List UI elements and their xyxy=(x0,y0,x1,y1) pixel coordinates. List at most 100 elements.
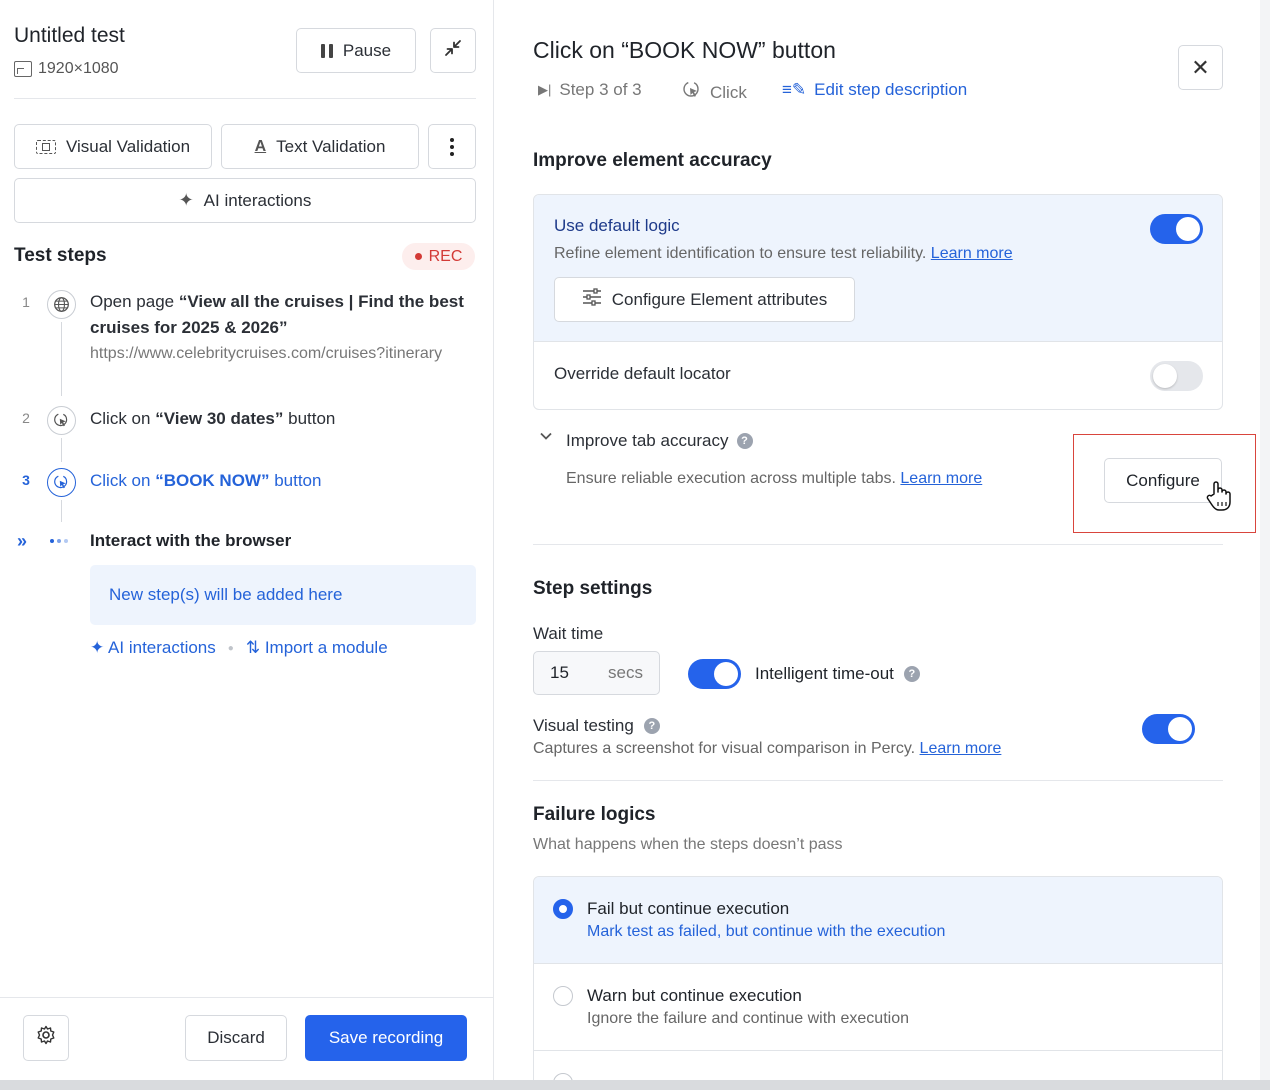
configure-attributes-button[interactable]: Configure Element attributes xyxy=(554,277,855,322)
new-steps-placeholder: New step(s) will be added here xyxy=(90,565,476,625)
failure-option-warn-continue[interactable]: Warn but continue execution Ignore the f… xyxy=(534,964,1222,1051)
learn-more-link[interactable]: Learn more xyxy=(900,470,982,487)
step-3-text[interactable]: Click on “BOOK NOW” button xyxy=(90,468,321,494)
action-meta: Click xyxy=(682,80,747,105)
option-title: Fail but continue execution xyxy=(587,899,790,918)
click-icon xyxy=(47,406,76,435)
learn-more-link[interactable]: Learn more xyxy=(920,740,1002,757)
rec-dot-icon xyxy=(414,253,422,260)
step-count: Step 3 of 3 xyxy=(559,80,642,99)
resolution: 1920×1080 xyxy=(14,60,119,78)
default-logic-desc-text: Refine element identification to ensure … xyxy=(554,245,927,262)
new-steps-label: New step(s) will be added here xyxy=(109,585,343,604)
visual-testing-desc-text: Captures a screenshot for visual compari… xyxy=(533,740,916,757)
rec-label: REC xyxy=(428,247,463,265)
tab-accuracy-label: Improve tab accuracy xyxy=(566,431,729,450)
discard-button[interactable]: Discard xyxy=(185,1015,287,1061)
test-steps-title: Test steps xyxy=(14,245,107,266)
step-1-text[interactable]: Open page “View all the cruises | Find t… xyxy=(90,289,474,341)
learn-more-link[interactable]: Learn more xyxy=(931,245,1013,262)
wait-time-unit: secs xyxy=(608,663,643,682)
radio-selected[interactable] xyxy=(553,899,573,919)
visual-testing-toggle[interactable] xyxy=(1142,714,1195,744)
settings-button[interactable] xyxy=(23,1015,69,1061)
configure-attributes-label: Configure Element attributes xyxy=(611,289,828,309)
visual-validation-label: Visual Validation xyxy=(65,136,191,156)
step-2-text[interactable]: Click on “View 30 dates” button xyxy=(90,406,335,432)
pause-button[interactable]: Pause xyxy=(296,28,416,73)
default-logic-desc: Refine element identification to ensure … xyxy=(554,245,1013,263)
loading-dots-icon xyxy=(50,539,68,543)
option-desc: Mark test as failed, but continue with t… xyxy=(587,923,946,940)
divider xyxy=(533,780,1223,781)
default-logic-section: Use default logic Refine element identif… xyxy=(534,195,1222,342)
text-validation-label: Text Validation xyxy=(276,136,386,156)
ai-interactions-label: AI interactions xyxy=(203,190,312,210)
double-chevron-icon[interactable]: » xyxy=(17,531,27,552)
help-icon[interactable]: ? xyxy=(643,718,660,734)
minimize-icon xyxy=(443,38,463,64)
override-locator-label: Override default locator xyxy=(554,364,731,383)
ai-link-label: AI interactions xyxy=(108,638,216,657)
step-target: “View 30 dates” xyxy=(155,409,284,428)
tab-accuracy-header[interactable]: Improve tab accuracy ? xyxy=(566,431,753,451)
chevron-down-icon[interactable] xyxy=(539,429,553,446)
radio-unselected[interactable] xyxy=(553,986,573,1006)
edit-step-link[interactable]: ≡✎ Edit step description xyxy=(782,80,967,100)
close-button[interactable]: ✕ xyxy=(1178,45,1223,90)
hand-cursor-icon xyxy=(1206,480,1234,519)
default-logic-label: Use default logic xyxy=(554,216,680,235)
ai-interactions-button[interactable]: ✦ AI interactions xyxy=(14,178,476,223)
failure-option-fail-continue[interactable]: Fail but continue execution Mark test as… xyxy=(534,877,1222,964)
override-locator-toggle[interactable] xyxy=(1150,361,1203,391)
step-actions: ✦ AI interactions ● ⇅ Import a module xyxy=(90,638,388,658)
intelligent-timeout: Intelligent time-out ? xyxy=(755,664,920,684)
intelligent-timeout-toggle[interactable] xyxy=(688,659,741,689)
step-connector xyxy=(61,322,62,396)
visual-testing-label: Visual testing xyxy=(533,716,634,735)
action-type: Click xyxy=(710,82,747,102)
divider xyxy=(14,98,476,99)
help-icon[interactable]: ? xyxy=(903,666,920,682)
more-options-button[interactable] xyxy=(428,124,476,169)
ai-interactions-link[interactable]: ✦ AI interactions xyxy=(90,638,216,658)
tab-accuracy-desc: Ensure reliable execution across multipl… xyxy=(566,470,982,488)
wait-time-label: Wait time xyxy=(533,624,604,643)
failure-options: Fail but continue execution Mark test as… xyxy=(533,876,1223,1090)
step-meta: ▶| Step 3 of 3 xyxy=(538,80,642,100)
window-edge xyxy=(1260,0,1270,1090)
default-logic-toggle[interactable] xyxy=(1150,214,1203,244)
divider xyxy=(533,544,1223,545)
step-suffix: button xyxy=(269,471,322,490)
step-number: 1 xyxy=(22,294,30,310)
step-icon: ▶| xyxy=(538,82,552,97)
sparkle-icon: ✦ xyxy=(178,190,194,210)
wait-time-value: 15 xyxy=(550,663,569,682)
save-recording-button[interactable]: Save recording xyxy=(305,1015,467,1061)
help-icon[interactable]: ? xyxy=(736,433,753,449)
text-validation-icon: A xyxy=(254,137,267,155)
import-link-label: Import a module xyxy=(264,638,388,657)
visual-testing-desc: Captures a screenshot for visual compari… xyxy=(533,740,1001,758)
step-settings-title: Step settings xyxy=(533,578,653,599)
pause-label: Pause xyxy=(342,40,392,60)
tab-accuracy-desc-text: Ensure reliable execution across multipl… xyxy=(566,470,896,487)
minimize-button[interactable] xyxy=(430,28,476,73)
step-prefix: Click on xyxy=(90,409,156,428)
test-title[interactable]: Untitled test xyxy=(14,24,125,48)
step-number: 2 xyxy=(22,410,30,426)
sliders-icon xyxy=(582,288,602,311)
failure-logics-title: Failure logics xyxy=(533,804,656,825)
import-module-link[interactable]: ⇅ Import a module xyxy=(246,638,388,658)
visual-validation-button[interactable]: Visual Validation xyxy=(14,124,212,169)
text-validation-button[interactable]: A Text Validation xyxy=(221,124,419,169)
visual-validation-icon xyxy=(35,139,56,154)
step-title: Click on “BOOK NOW” button xyxy=(533,37,836,63)
edit-icon: ≡✎ xyxy=(782,80,807,99)
step-prefix: Click on xyxy=(90,471,156,490)
close-icon: ✕ xyxy=(1191,54,1210,80)
separator-dot: ● xyxy=(227,642,234,654)
step-number: 3 xyxy=(22,472,30,488)
wait-time-input[interactable]: 15 secs xyxy=(533,651,660,695)
click-icon xyxy=(47,468,76,497)
